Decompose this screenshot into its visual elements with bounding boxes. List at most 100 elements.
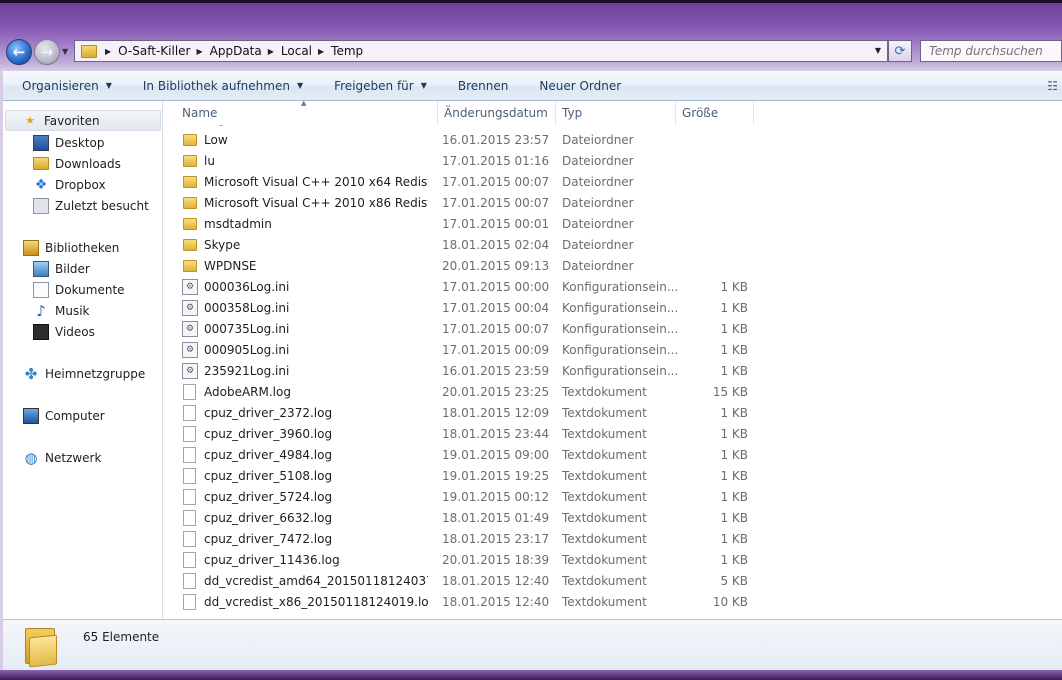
file-name-cell[interactable]: ⚙ 000358Log.ini — [182, 297, 428, 318]
file-name-cell[interactable]: dd_vcredist_x86_20150118124019.log — [182, 591, 428, 612]
column-header-size[interactable]: Größe — [676, 101, 754, 125]
file-date: 19.01.2015 09:00 — [442, 447, 550, 462]
new-folder-button[interactable]: Neuer Ordner — [520, 71, 633, 101]
refresh-button[interactable]: ⟳ — [888, 40, 912, 62]
breadcrumb-separator-icon[interactable]: ▶ — [105, 47, 111, 56]
text-file-icon — [183, 425, 196, 442]
file-name-cell[interactable]: cpuz_driver_2372.log — [182, 402, 428, 423]
star-icon: ★ — [25, 114, 35, 127]
folder-icon — [183, 217, 197, 230]
recent-pages-dropdown[interactable]: ▼ — [62, 47, 68, 56]
folder-row[interactable]: Microsoft Visual C++ 2010 x64 Redistrib.… — [164, 171, 1062, 192]
file-row[interactable]: ⚙ 000735Log.ini 17.01.2015 00:07 Konfigurat… — [164, 318, 1062, 339]
file-name-cell[interactable]: ⚙ 000735Log.ini — [182, 318, 428, 339]
file-name-cell[interactable]: Microsoft Visual C++ 2010 x64 Redistrib.… — [182, 171, 428, 192]
breadcrumb-o-saft-killer[interactable]: O-Saft-Killer — [118, 44, 190, 58]
sidebar-item-libraries[interactable]: Bibliotheken — [23, 237, 119, 258]
file-name-cell[interactable]: ⚙ 000036Log.ini — [182, 276, 428, 297]
sidebar-label-computer: Computer — [45, 408, 105, 423]
libraries-icon — [23, 239, 39, 256]
sidebar-item-videos[interactable]: Videos — [33, 321, 95, 342]
file-name-cell[interactable]: dd_vcredist_amd64_20150118124037.log — [182, 570, 428, 591]
file-row[interactable]: cpuz_driver_5724.log 19.01.2015 00:12 Text… — [164, 486, 1062, 507]
breadcrumb-temp[interactable]: Temp — [331, 44, 363, 58]
change-view-icon[interactable]: ☷ — [1047, 79, 1058, 93]
breadcrumb-appdata[interactable]: AppData — [210, 44, 262, 58]
file-name: 000905Log.ini — [204, 342, 290, 357]
sidebar-item-network[interactable]: ◍ Netzwerk — [23, 447, 101, 468]
breadcrumb-separator-icon[interactable]: ▶ — [318, 47, 324, 56]
file-name-cell[interactable]: cpuz_driver_5108.log — [182, 465, 428, 486]
back-button[interactable]: ← — [6, 39, 32, 65]
search-input[interactable] — [920, 40, 1062, 62]
share-button[interactable]: Freigeben für ▼ — [315, 71, 439, 101]
documents-icon — [33, 281, 49, 298]
file-name-cell[interactable]: cpuz_driver_7472.log — [182, 528, 428, 549]
file-name-cell[interactable]: msdtadmin — [182, 213, 428, 234]
file-name: cpuz_driver_6632.log — [204, 510, 333, 525]
sidebar-item-documents[interactable]: Dokumente — [33, 279, 125, 300]
computer-icon — [23, 407, 39, 424]
file-row[interactable]: ⚙ 000036Log.ini 17.01.2015 00:00 Konfigurat… — [164, 276, 1062, 297]
file-name-cell[interactable]: ⚙ 235921Log.ini — [182, 360, 428, 381]
forward-button[interactable]: → — [34, 39, 60, 65]
file-name-cell[interactable]: cpuz_driver_4984.log — [182, 444, 428, 465]
sidebar-item-recent[interactable]: Zuletzt besucht — [33, 195, 149, 216]
folder-row[interactable]: Microsoft Visual C++ 2010 x86 Redistrib.… — [164, 192, 1062, 213]
file-row[interactable]: dd_vcredist_amd64_20150118124037.log 18.0… — [164, 570, 1062, 591]
include-library-button[interactable]: In Bibliothek aufnehmen ▼ — [124, 71, 315, 101]
file-row[interactable]: cpuz_driver_4984.log 19.01.2015 09:00 Text… — [164, 444, 1062, 465]
column-header-date[interactable]: Änderungsdatum — [438, 101, 556, 125]
sidebar-item-computer[interactable]: Computer — [23, 405, 105, 426]
chevron-down-icon: ▼ — [296, 81, 304, 90]
sidebar-item-favorites[interactable]: ★ Favoriten — [5, 110, 161, 131]
chevron-down-icon[interactable]: ▼ — [875, 46, 881, 55]
column-name-label: Name — [182, 106, 218, 120]
burn-button[interactable]: Brennen — [439, 71, 520, 101]
file-row[interactable]: cpuz_driver_7472.log 18.01.2015 23:17 Text… — [164, 528, 1062, 549]
breadcrumb-separator-icon[interactable]: ▶ — [268, 47, 274, 56]
sidebar-item-downloads[interactable]: Downloads — [33, 153, 121, 174]
file-name-cell[interactable]: ⚙ 000905Log.ini — [182, 339, 428, 360]
file-name-cell[interactable]: Low — [182, 129, 428, 150]
sidebar-item-desktop[interactable]: Desktop — [33, 132, 105, 153]
file-row[interactable]: cpuz_driver_5108.log 19.01.2015 19:25 Text… — [164, 465, 1062, 486]
file-row[interactable]: cpuz_driver_2372.log 18.01.2015 12:09 Text… — [164, 402, 1062, 423]
sidebar-item-homegroup[interactable]: ✤ Heimnetzgruppe — [23, 363, 146, 384]
file-name-cell[interactable]: cpuz_driver_11436.log — [182, 549, 428, 570]
file-name-cell[interactable]: cpuz_driver_5724.log — [182, 486, 428, 507]
file-row[interactable]: ⚙ 000358Log.ini 17.01.2015 00:04 Konfigurat… — [164, 297, 1062, 318]
file-row[interactable]: cpuz_driver_6632.log 18.01.2015 01:49 Text… — [164, 507, 1062, 528]
config-file-icon: ⚙ — [182, 320, 198, 337]
file-row[interactable]: ⚙ 235921Log.ini 16.01.2015 23:59 Konfigurat… — [164, 360, 1062, 381]
file-row[interactable]: AdobeARM.log 20.01.2015 23:25 Textdokument… — [164, 381, 1062, 402]
file-row[interactable]: cpuz_driver_3960.log 18.01.2015 23:44 Text… — [164, 423, 1062, 444]
folder-row[interactable]: Low 16.01.2015 23:57 Dateiordner — [164, 129, 1062, 150]
column-header-type[interactable]: Typ — [556, 101, 676, 125]
file-name-cell[interactable]: WPDNSE — [182, 255, 428, 276]
file-row[interactable]: dd_vcredist_x86_20150118124019.log 18.01.… — [164, 591, 1062, 612]
file-size: 1 KB — [720, 468, 748, 483]
file-name-cell[interactable]: Skype — [182, 234, 428, 255]
file-row[interactable]: cpuz_driver_11436.log 20.01.2015 18:39 Tex… — [164, 549, 1062, 570]
sidebar-item-dropbox[interactable]: ❖ Dropbox — [33, 174, 106, 195]
file-date: 19.01.2015 00:12 — [442, 489, 550, 504]
file-row[interactable]: ⚙ 000905Log.ini 17.01.2015 00:09 Konfigurat… — [164, 339, 1062, 360]
file-type: Textdokument — [562, 489, 647, 504]
folder-row[interactable]: msdtadmin 17.01.2015 00:01 Dateiordner — [164, 213, 1062, 234]
folder-row[interactable]: lu 17.01.2015 01:16 Dateiordner — [164, 150, 1062, 171]
file-name-cell[interactable]: lu — [182, 150, 428, 171]
file-name-cell[interactable]: cpuz_driver_6632.log — [182, 507, 428, 528]
file-name-cell[interactable]: cpuz_driver_3960.log — [182, 423, 428, 444]
address-bar[interactable]: ▶ O-Saft-Killer ▶ AppData ▶ Local ▶ Temp… — [74, 40, 888, 62]
folder-row[interactable]: WPDNSE 20.01.2015 09:13 Dateiordner — [164, 255, 1062, 276]
sidebar-item-music[interactable]: ♪ Musik — [33, 300, 89, 321]
file-name-cell[interactable]: Microsoft Visual C++ 2010 x86 Redistrib.… — [182, 192, 428, 213]
organize-button[interactable]: Organisieren ▼ — [3, 71, 124, 101]
breadcrumb-local[interactable]: Local — [281, 44, 312, 58]
file-name-cell[interactable]: AdobeARM.log — [182, 381, 428, 402]
sidebar-item-pictures[interactable]: Bilder — [33, 258, 90, 279]
folder-row[interactable]: Skype 18.01.2015 02:04 Dateiordner — [164, 234, 1062, 255]
column-header-name[interactable]: Name — [176, 101, 438, 125]
breadcrumb-separator-icon[interactable]: ▶ — [196, 47, 202, 56]
